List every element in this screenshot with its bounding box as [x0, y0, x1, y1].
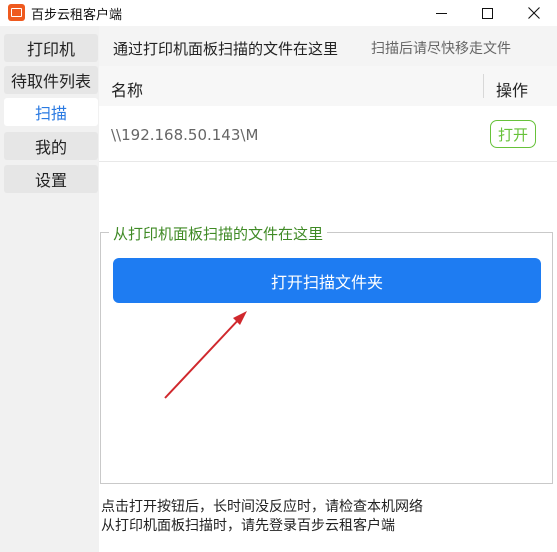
help-note-network: 点击打开按钮后，长时间没反应时，请检查本机网络	[101, 499, 423, 515]
sidebar-item-printer[interactable]: 打印机	[4, 34, 98, 62]
table-row: \\192.168.50.143\M 打开	[99, 106, 557, 162]
app-logo-icon	[8, 4, 25, 21]
hint-sub-text: 扫描后请尽快移走文件	[371, 41, 511, 57]
minimize-icon	[435, 12, 447, 14]
close-icon	[528, 7, 540, 19]
hint-main-text: 通过打印机面板扫描的文件在这里	[113, 40, 339, 58]
hint-bar: 通过打印机面板扫描的文件在这里 扫描后请尽快移走文件	[99, 26, 557, 66]
sidebar-item-pickup-list[interactable]: 待取件列表	[4, 66, 98, 94]
scan-panel: 通过打印机面板扫描的文件在这里 扫描后请尽快移走文件 名称 操作 \\192.1…	[99, 26, 557, 552]
help-note-login: 从打印机面板扫描时，请先登录百步云租客户端	[101, 518, 395, 534]
window-title: 百步云租客户端	[31, 8, 123, 23]
close-button[interactable]	[511, 0, 557, 26]
open-row-button[interactable]: 打开	[490, 120, 536, 148]
column-header-name: 名称	[111, 81, 144, 100]
column-header-action: 操作	[496, 81, 529, 100]
sidebar-item-mine[interactable]: 我的	[4, 132, 98, 160]
column-divider[interactable]	[483, 74, 484, 98]
title-bar: 百步云租客户端	[0, 0, 557, 26]
maximize-icon	[481, 7, 493, 19]
sidebar-item-scan[interactable]: 扫描	[4, 98, 98, 126]
scan-folder-group: 从打印机面板扫描的文件在这里 打开扫描文件夹	[100, 223, 553, 484]
annotation-arrow-icon	[164, 311, 247, 399]
sidebar-item-settings[interactable]: 设置	[4, 165, 98, 193]
maximize-button[interactable]	[464, 0, 510, 26]
sidebar: 打印机 待取件列表 扫描 我的 设置	[0, 26, 99, 552]
table-header: 名称 操作	[99, 66, 557, 106]
scan-folder-path: \\192.168.50.143\M	[111, 126, 259, 144]
minimize-button[interactable]	[418, 0, 464, 26]
